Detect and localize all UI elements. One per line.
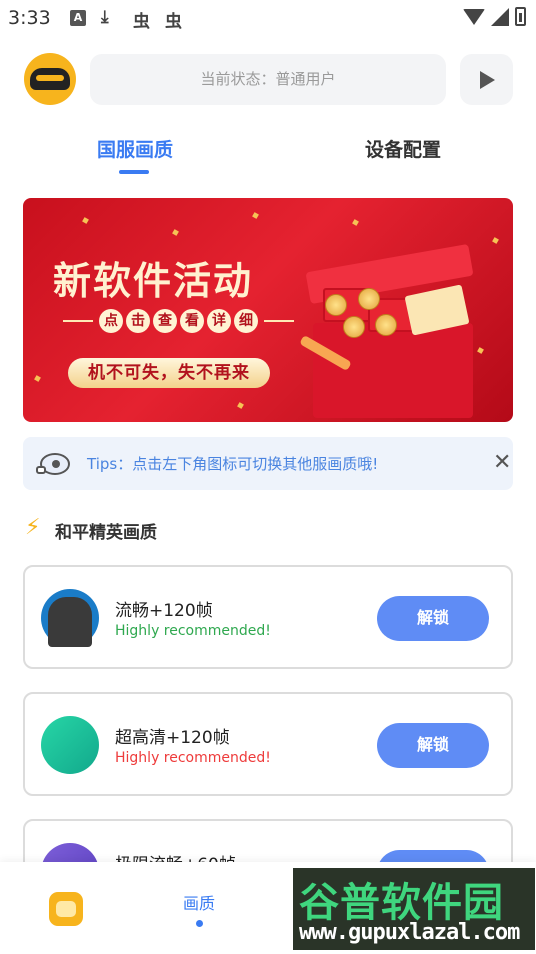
confetti xyxy=(34,375,41,382)
pubg-helmet-icon[interactable] xyxy=(24,53,76,105)
section-title: 和平精英画质 xyxy=(55,523,157,543)
card-name: 流畅+120帧 xyxy=(115,601,213,621)
divider-line xyxy=(63,320,93,322)
subtitle-char: 击 xyxy=(126,309,150,333)
card-avatar xyxy=(41,716,99,774)
watermark-url: www.gupuxlazal.com xyxy=(299,920,520,945)
subtitle-char: 查 xyxy=(153,309,177,333)
subtitle-chars: 点 击 查 看 详 细 xyxy=(99,309,258,333)
gift-box xyxy=(313,323,473,418)
card-name: 超高清+120帧 xyxy=(115,728,230,748)
subtitle-char: 细 xyxy=(234,309,258,333)
coin xyxy=(375,314,397,336)
banner-title: 新软件活动 xyxy=(53,258,254,303)
banner-subtitle: 点 击 查 看 详 细 xyxy=(63,309,294,333)
bug-icon: 虫 xyxy=(165,12,182,32)
status-time: 3:33 xyxy=(8,7,51,29)
mascot-hand xyxy=(36,466,46,474)
lightning-icon: ⚡ xyxy=(25,515,41,540)
site-watermark: 谷普软件园 www.gupuxlazal.com xyxy=(293,868,535,950)
a-box-icon: A xyxy=(70,10,86,26)
close-icon[interactable]: ✕ xyxy=(493,450,511,476)
promo-banner[interactable]: 新软件活动 点 击 查 看 详 细 机不可失，失不再来 xyxy=(23,198,513,422)
card-avatar xyxy=(41,589,99,647)
divider-line xyxy=(264,320,294,322)
card-desc: Highly recommended! xyxy=(115,623,271,639)
confetti xyxy=(172,229,179,236)
banner-slogan: 机不可失，失不再来 xyxy=(68,358,270,388)
status-bar: 3:33 A ⤓ 虫 虫 xyxy=(0,0,536,38)
nav-active-dot xyxy=(196,920,203,927)
confetti xyxy=(252,212,259,219)
quality-card: 流畅+120帧 Highly recommended! 解锁 xyxy=(23,565,513,669)
download-icon: ⤓ xyxy=(101,7,109,27)
subtitle-char: 详 xyxy=(207,309,231,333)
card-desc: Highly recommended! xyxy=(115,750,271,766)
tab-active-indicator xyxy=(119,170,149,174)
nav-item-quality[interactable]: 画质 xyxy=(183,890,215,914)
coin xyxy=(343,316,365,338)
confetti xyxy=(352,219,359,226)
signal-icon xyxy=(491,7,509,26)
battery-icon xyxy=(515,7,526,26)
quality-card: 超高清+120帧 Highly recommended! 解锁 xyxy=(23,692,513,796)
bug-icon: 虫 xyxy=(133,12,150,32)
play-icon xyxy=(480,71,495,89)
coin xyxy=(358,288,380,310)
tab-cn-quality[interactable]: 国服画质 xyxy=(97,135,173,162)
visor-shape xyxy=(36,75,64,81)
tips-bar: Tips：点击左下角图标可切换其他服画质哦! ✕ xyxy=(23,437,513,490)
tab-device-config[interactable]: 设备配置 xyxy=(365,135,441,162)
current-status-pill: 当前状态：普通用户 xyxy=(90,54,446,105)
tips-mascot-icon xyxy=(36,450,76,478)
confetti xyxy=(477,347,484,354)
wifi-icon xyxy=(463,8,485,25)
unlock-button[interactable]: 解锁 xyxy=(377,596,489,641)
pubg-icon[interactable] xyxy=(49,892,83,926)
tips-text: Tips：点击左下角图标可切换其他服画质哦! xyxy=(87,455,379,473)
subtitle-char: 看 xyxy=(180,309,204,333)
unlock-button[interactable]: 解锁 xyxy=(377,723,489,768)
play-button[interactable] xyxy=(460,54,513,105)
subtitle-char: 点 xyxy=(99,309,123,333)
confetti xyxy=(492,237,499,244)
status-right-icons xyxy=(463,7,526,26)
coin xyxy=(325,294,347,316)
confetti xyxy=(237,402,244,409)
confetti xyxy=(82,217,89,224)
mascot-eye xyxy=(52,460,60,468)
